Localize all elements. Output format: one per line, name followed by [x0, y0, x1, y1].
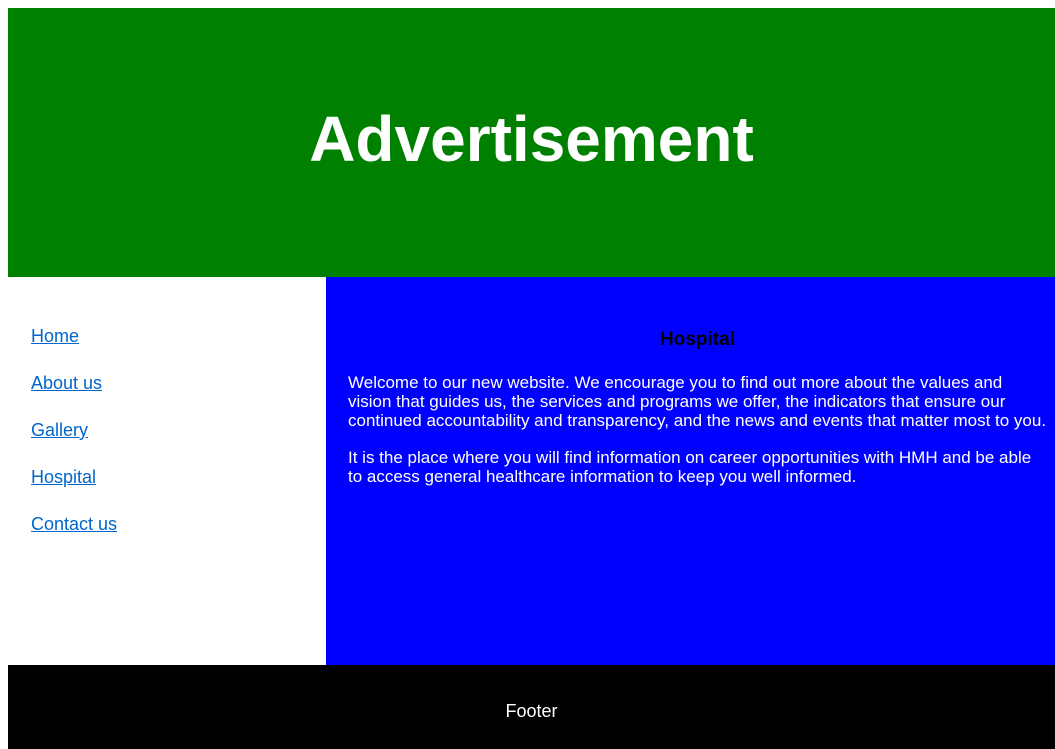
welcome-paragraph: Welcome to our new website. We encourage… — [348, 373, 1047, 430]
nav-link-gallery[interactable]: Gallery — [31, 420, 88, 440]
nav-link-hospital[interactable]: Hospital — [31, 467, 96, 487]
page: Advertisement Home About us Gallery Hosp… — [0, 0, 1055, 749]
nav-link-about-us[interactable]: About us — [31, 373, 102, 393]
career-paragraph: It is the place where you will find info… — [348, 448, 1032, 486]
main-content: Hospital Welcome to our new website. We … — [326, 277, 1055, 665]
nav-link-home[interactable]: Home — [31, 326, 79, 346]
nav-item-gallery: Gallery — [31, 419, 117, 466]
sidebar-navigation: Home About us Gallery Hospital Contact u… — [8, 277, 326, 665]
nav-item-home: Home — [31, 325, 117, 372]
nav-item-hospital: Hospital — [31, 466, 117, 513]
advertisement-title: Advertisement — [309, 102, 754, 175]
footer-text: Footer — [505, 701, 558, 721]
nav-item-contact-us: Contact us — [31, 513, 117, 560]
advertisement-banner: Advertisement — [8, 8, 1055, 277]
nav-link-contact-us[interactable]: Contact us — [31, 514, 117, 534]
content-title: Hospital — [660, 329, 735, 350]
nav-list: Home About us Gallery Hospital Contact u… — [31, 325, 117, 560]
footer: Footer — [8, 665, 1055, 749]
nav-item-about-us: About us — [31, 372, 117, 419]
